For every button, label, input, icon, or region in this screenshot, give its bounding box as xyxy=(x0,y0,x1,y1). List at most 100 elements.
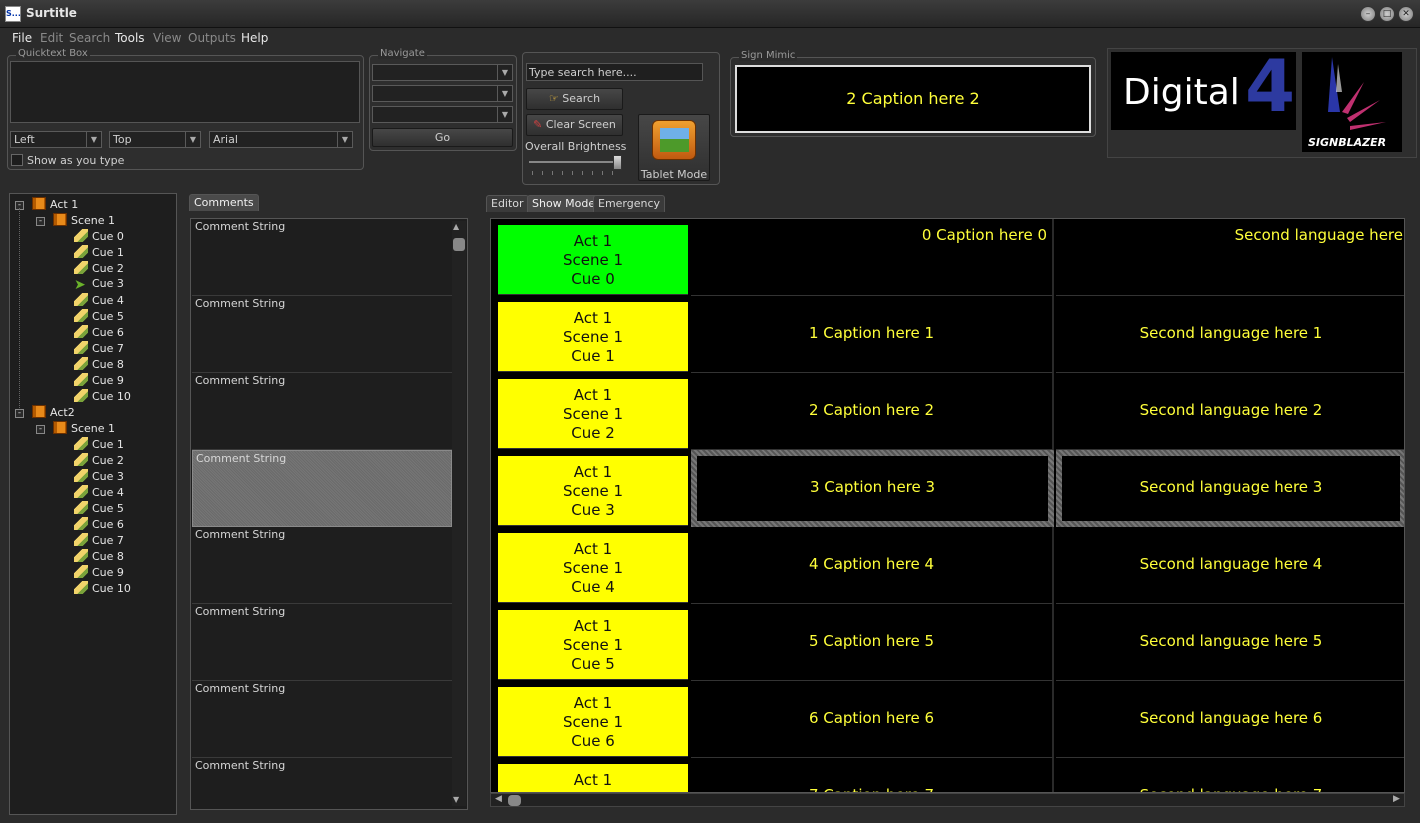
tab-emergency[interactable]: Emergency xyxy=(593,195,666,212)
second-language-cell[interactable]: Second language here 7 xyxy=(1056,758,1404,792)
caption-cell[interactable]: 0 Caption here 0 xyxy=(691,219,1054,296)
tree-cue[interactable]: Cue 1 xyxy=(74,437,124,453)
brightness-slider-track[interactable] xyxy=(529,161,621,163)
comment-item[interactable]: Comment String xyxy=(192,527,452,604)
caption-cell[interactable]: 3 Caption here 3 xyxy=(691,450,1054,527)
tree-cue[interactable]: Cue 2 xyxy=(74,261,124,277)
tree-cue[interactable]: Cue 0 xyxy=(74,229,124,245)
scroll-right-icon[interactable]: ▶ xyxy=(1393,794,1400,804)
tab-editor[interactable]: Editor xyxy=(486,195,529,212)
tree-act[interactable]: Act2 xyxy=(32,405,75,421)
caption-cell[interactable]: 7 Caption here 7 xyxy=(691,758,1054,792)
maximize-button[interactable]: □ xyxy=(1379,6,1395,22)
tree-cue[interactable]: Cue 2 xyxy=(74,453,124,469)
grid-horizontal-scrollbar[interactable]: ◀ ▶ xyxy=(490,793,1405,807)
clear-screen-button[interactable]: ✎ Clear Screen xyxy=(526,114,623,136)
comment-item[interactable]: Comment String xyxy=(192,604,452,681)
menu-tools[interactable]: Tools xyxy=(115,31,145,45)
cue-scene: Scene 1 xyxy=(562,482,624,500)
tree-cue[interactable]: Cue 3 xyxy=(74,469,124,485)
menu-outputs[interactable]: Outputs xyxy=(188,31,236,45)
comment-item[interactable]: Comment String xyxy=(192,373,452,450)
cue-cell[interactable]: Act 1 Scene 1 Cue 2 xyxy=(498,379,688,449)
cue-cell[interactable]: Act 1 Scene 1 Cue 6 xyxy=(498,687,688,757)
tree-cue[interactable]: Cue 9 xyxy=(74,373,124,389)
tree-cue[interactable]: Cue 10 xyxy=(74,581,131,597)
go-button[interactable]: Go xyxy=(372,128,513,147)
second-language-cell[interactable]: Second language here 5 xyxy=(1056,604,1404,681)
show-as-you-type-checkbox[interactable] xyxy=(11,154,23,166)
tree-cue[interactable]: ➤ Cue 3 xyxy=(74,277,124,293)
search-button[interactable]: ☞ Search xyxy=(526,88,623,110)
tab-comments[interactable]: Comments xyxy=(189,194,259,211)
caption-cell[interactable]: 1 Caption here 1 xyxy=(691,296,1054,373)
cue-tree[interactable]: - Act 1- Scene 1 Cue 0 Cue 1 Cue 2 ➤ Cue 3 Cue 4… xyxy=(9,193,177,815)
cue-cell[interactable]: Act 1Scene 1Cue 7 xyxy=(498,764,688,792)
second-language-cell[interactable]: Second language here 3 xyxy=(1056,450,1404,527)
tree-cue[interactable]: Cue 6 xyxy=(74,517,124,533)
comment-item[interactable]: Comment String xyxy=(192,681,452,758)
second-language-cell[interactable]: Second language here 4 xyxy=(1056,527,1404,604)
tree-expander[interactable]: - xyxy=(15,409,24,418)
minimize-button[interactable]: – xyxy=(1360,6,1376,22)
tree-cue[interactable]: Cue 7 xyxy=(74,533,124,549)
tree-expander[interactable]: - xyxy=(36,425,45,434)
tree-cue[interactable]: Cue 10 xyxy=(74,389,131,405)
tree-cue[interactable]: Cue 7 xyxy=(74,341,124,357)
menu-search[interactable]: Search xyxy=(69,31,110,45)
cue-cell[interactable]: Act 1 Scene 1 Cue 1 xyxy=(498,302,688,372)
caption-cell[interactable]: 2 Caption here 2 xyxy=(691,373,1054,450)
grid-scroll-thumb[interactable] xyxy=(508,795,521,806)
cue-cell[interactable]: Act 1 Scene 1 Cue 4 xyxy=(498,533,688,603)
title-bar[interactable]: S... Surtitle – □ ✕ xyxy=(0,0,1420,28)
caption-cell[interactable]: 4 Caption here 4 xyxy=(691,527,1054,604)
second-language-cell[interactable]: Second language here 2 xyxy=(1056,373,1404,450)
navigate-cue-select[interactable]: ▼ xyxy=(372,106,513,123)
font-select[interactable]: Arial ▼ xyxy=(209,131,353,148)
comments-scroll-thumb[interactable] xyxy=(453,238,465,251)
tree-cue[interactable]: Cue 9 xyxy=(74,565,124,581)
comment-item[interactable]: Comment String xyxy=(192,296,452,373)
menu-file[interactable]: File xyxy=(12,31,32,45)
tree-scene[interactable]: Scene 1 xyxy=(53,421,115,437)
comment-item[interactable]: Comment String xyxy=(192,450,452,527)
scroll-down-icon[interactable]: ▼ xyxy=(453,795,459,804)
tab-show-mode[interactable]: Show Mode xyxy=(527,195,601,212)
tree-cue[interactable]: Cue 6 xyxy=(74,325,124,341)
scroll-up-icon[interactable]: ▲ xyxy=(453,222,459,231)
tree-scene[interactable]: Scene 1 xyxy=(53,213,115,229)
align-horizontal-select[interactable]: Left ▼ xyxy=(10,131,102,148)
tree-cue[interactable]: Cue 4 xyxy=(74,485,124,501)
tree-cue[interactable]: Cue 5 xyxy=(74,309,124,325)
search-input[interactable]: Type search here.... xyxy=(526,63,703,81)
cue-cell[interactable]: Act 1 Scene 1 Cue 3 xyxy=(498,456,688,526)
comments-scrollbar[interactable]: ▲ ▼ xyxy=(452,221,466,806)
navigate-scene-select[interactable]: ▼ xyxy=(372,85,513,102)
tree-cue[interactable]: Cue 5 xyxy=(74,501,124,517)
tree-cue[interactable]: Cue 8 xyxy=(74,357,124,373)
tablet-mode-button[interactable]: Tablet Mode xyxy=(638,114,710,181)
tree-act[interactable]: Act 1 xyxy=(32,197,78,213)
menu-help[interactable]: Help xyxy=(241,31,268,45)
quicktext-input[interactable] xyxy=(10,61,360,123)
cue-cell[interactable]: Act 1 Scene 1 Cue 5 xyxy=(498,610,688,680)
cue-cell[interactable]: Act 1 Scene 1 Cue 0 xyxy=(498,225,688,295)
align-vertical-select[interactable]: Top ▼ xyxy=(109,131,201,148)
close-button[interactable]: ✕ xyxy=(1398,6,1414,22)
comment-item[interactable]: Comment String xyxy=(192,219,452,296)
brightness-slider-handle[interactable] xyxy=(613,155,622,170)
second-language-cell[interactable]: Second language here 1 xyxy=(1056,296,1404,373)
scroll-left-icon[interactable]: ◀ xyxy=(495,794,502,804)
tree-cue[interactable]: Cue 1 xyxy=(74,245,124,261)
second-language-cell[interactable]: Second language here 6 xyxy=(1056,681,1404,758)
tree-expander[interactable]: - xyxy=(36,217,45,226)
second-language-cell[interactable]: Second language here xyxy=(1056,219,1404,296)
caption-cell[interactable]: 5 Caption here 5 xyxy=(691,604,1054,681)
caption-cell[interactable]: 6 Caption here 6 xyxy=(691,681,1054,758)
comment-item[interactable]: Comment String xyxy=(192,758,452,809)
tree-cue[interactable]: Cue 4 xyxy=(74,293,124,309)
navigate-act-select[interactable]: ▼ xyxy=(372,64,513,81)
menu-view[interactable]: View xyxy=(153,31,181,45)
tree-cue[interactable]: Cue 8 xyxy=(74,549,124,565)
menu-edit[interactable]: Edit xyxy=(40,31,63,45)
